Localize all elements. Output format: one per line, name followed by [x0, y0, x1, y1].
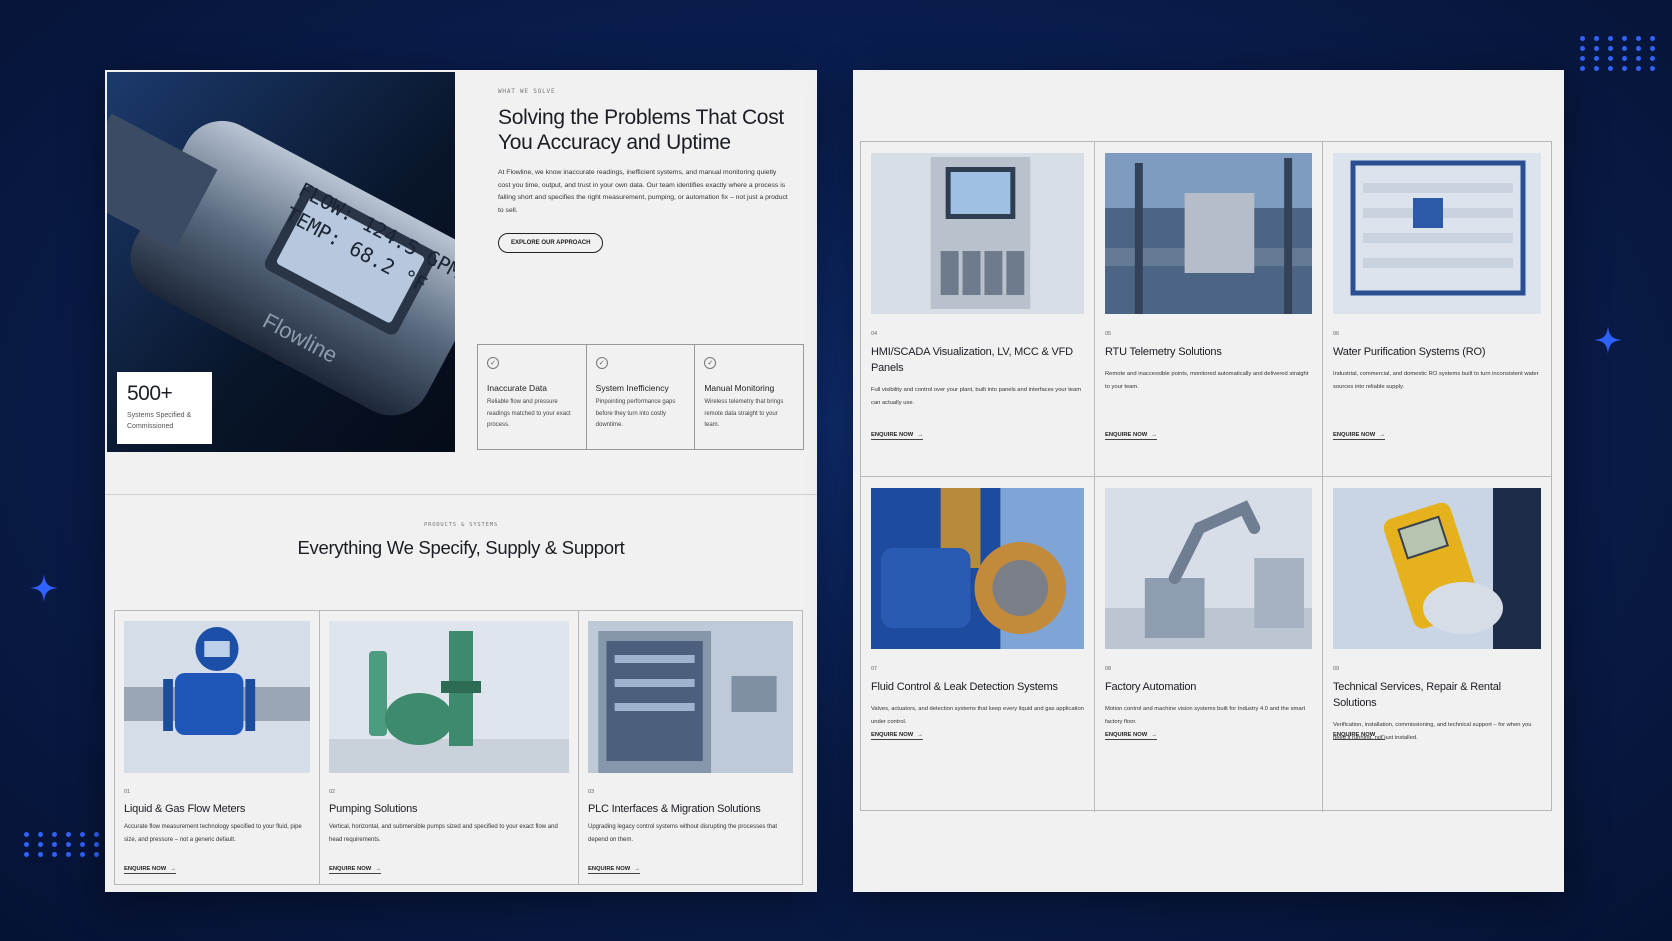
product-title: RTU Telemetry Solutions [1105, 346, 1222, 358]
stat-label: Systems Specified & Commissioned [127, 412, 192, 430]
product-title: PLC Interfaces & Migration Solutions [588, 803, 761, 815]
product-card[interactable]: 01 Liquid & Gas Flow Meters Accurate flo… [115, 611, 320, 884]
product-card[interactable]: 03 PLC Interfaces & Migration Solutions … [579, 611, 802, 884]
products-eyebrow: PRODUCTS & SYSTEMS [423, 522, 498, 528]
product-desc: Vertical, horizontal, and submersible pu… [329, 824, 558, 843]
section-divider [105, 494, 817, 495]
feature-title: Inaccurate Data [487, 383, 548, 393]
product-desc: Industrial, commercial, and domestic RO … [1333, 371, 1539, 390]
feature-desc: Reliable flow and pressure readings matc… [487, 399, 571, 428]
arrow-right-icon: → [1151, 732, 1157, 738]
arrow-right-icon: → [917, 432, 923, 438]
problem-features: ✓ Inaccurate Data Reliable flow and pres… [477, 344, 804, 450]
enquire-now-link[interactable]: ENQUIRE NOW → [124, 866, 176, 874]
enquire-now-link[interactable]: ENQUIRE NOW → [588, 866, 640, 874]
product-number: 06 [1333, 331, 1340, 337]
plc-cabinet-image [588, 621, 793, 773]
product-desc: Valves, actuators, and detection systems… [871, 706, 1084, 725]
feature-card: ✓ System Inefficiency Pinpointing perfor… [587, 345, 696, 449]
enquire-now-link[interactable]: ENQUIRE NOW → [1333, 732, 1385, 740]
product-number: 05 [1105, 331, 1112, 337]
enquire-now-link[interactable]: ENQUIRE NOW → [1333, 432, 1385, 440]
product-card[interactable]: 02 Pumping Solutions Vertical, horizonta… [320, 611, 579, 884]
product-title: Water Purification Systems (RO) [1333, 346, 1486, 358]
feature-title: System Inefficiency [595, 383, 669, 393]
enquire-now-link[interactable]: ENQUIRE NOW → [871, 732, 923, 740]
decor-dots-top-right [1580, 36, 1659, 71]
feature-title: Manual Monitoring [704, 383, 775, 393]
stat-value: 500+ [127, 382, 173, 405]
product-desc: Accurate flow measurement technology spe… [124, 824, 302, 843]
rtu-telemetry-image [1105, 153, 1312, 314]
products-title: Everything We Specify, Supply & Support [297, 537, 625, 558]
robot-arm-image [1105, 488, 1312, 649]
products-header: PRODUCTS & SYSTEMS Everything We Specify… [105, 522, 817, 560]
enquire-now-link[interactable]: ENQUIRE NOW → [1105, 732, 1157, 740]
arrow-right-icon: → [1151, 432, 1157, 438]
sparkle-icon [30, 574, 58, 602]
product-desc: Motion control and machine vision system… [1105, 706, 1306, 725]
feature-desc: Pinpointing performance gaps before they… [595, 399, 676, 428]
solve-eyebrow: WHAT WE SOLVE [498, 88, 556, 95]
product-title: Liquid & Gas Flow Meters [124, 803, 246, 815]
hmi-panel-image [871, 153, 1084, 314]
product-number: 07 [871, 666, 878, 672]
arrow-right-icon: → [1379, 432, 1385, 438]
ro-system-image [1333, 153, 1541, 314]
product-desc: Remote and inaccessible points, monitore… [1105, 371, 1309, 390]
pump-image [329, 621, 569, 773]
feature-card: ✓ Manual Monitoring Wireless telemetry t… [695, 345, 803, 449]
product-card[interactable]: 07 Fluid Control & Leak Detection System… [861, 477, 1095, 812]
product-number: 01 [124, 789, 131, 795]
product-card[interactable]: 05 RTU Telemetry Solutions Remote and in… [1095, 142, 1323, 477]
sparkle-icon [1594, 326, 1622, 354]
right-page-panel: 04 HMI/SCADA Visualization, LV, MCC & VF… [853, 70, 1564, 892]
arrow-right-icon: → [170, 866, 176, 872]
product-desc: Full visibility and control over your pl… [871, 387, 1082, 406]
arrow-right-icon: → [1379, 732, 1385, 738]
enquire-now-link[interactable]: ENQUIRE NOW → [1105, 432, 1157, 440]
product-title: Factory Automation [1105, 681, 1197, 693]
flow-meter-image [124, 621, 310, 773]
valve-image [871, 488, 1084, 649]
enquire-now-link[interactable]: ENQUIRE NOW → [329, 866, 381, 874]
product-title: HMI/SCADA Visualization, LV, MCC & VFD P… [871, 346, 1073, 374]
product-title: Pumping Solutions [329, 803, 418, 815]
check-circle-icon: ✓ [595, 357, 608, 369]
product-card[interactable]: 06 Water Purification Systems (RO) Indus… [1323, 142, 1551, 477]
stat-card: 500+ Systems Specified & Commissioned [117, 372, 212, 444]
decor-dots-bottom-left [24, 832, 103, 857]
feature-desc: Wireless telemetry that brings remote da… [704, 399, 784, 428]
product-card[interactable]: 09 Technical Services, Repair & Rental S… [1323, 477, 1551, 812]
product-title: Fluid Control & Leak Detection Systems [871, 681, 1058, 693]
products-grid-top: 01 Liquid & Gas Flow Meters Accurate flo… [114, 610, 803, 885]
solve-title: Solving the Problems That Cost You Accur… [498, 106, 784, 154]
product-number: 08 [1105, 666, 1112, 672]
product-number: 04 [871, 331, 878, 337]
check-circle-icon: ✓ [704, 357, 717, 369]
product-card[interactable]: 04 HMI/SCADA Visualization, LV, MCC & VF… [861, 142, 1095, 477]
product-number: 09 [1333, 666, 1340, 672]
arrow-right-icon: → [917, 732, 923, 738]
hero-flowmeter-image: FLOW: 124.5 GPM TEMP: 68.2 °F Flowline 5… [107, 72, 455, 452]
feature-card: ✓ Inaccurate Data Reliable flow and pres… [478, 345, 587, 449]
products-grid: 04 HMI/SCADA Visualization, LV, MCC & VF… [860, 141, 1552, 812]
product-title: Technical Services, Repair & Rental Solu… [1333, 681, 1501, 709]
product-number: 02 [329, 789, 336, 795]
solve-body: At Flowline, we know inaccurate readings… [498, 169, 788, 214]
product-number: 03 [588, 789, 595, 795]
handheld-meter-image [1333, 488, 1541, 649]
solve-section: WHAT WE SOLVE Solving the Problems That … [498, 88, 788, 253]
check-circle-icon: ✓ [487, 357, 499, 369]
arrow-right-icon: → [375, 866, 381, 872]
explore-approach-button[interactable]: EXPLORE OUR APPROACH [498, 233, 604, 253]
product-card[interactable]: 08 Factory Automation Motion control and… [1095, 477, 1323, 812]
product-desc: Upgrading legacy control systems without… [588, 824, 778, 843]
arrow-right-icon: → [634, 866, 640, 872]
enquire-now-link[interactable]: ENQUIRE NOW → [871, 432, 923, 440]
left-page-panel: FLOW: 124.5 GPM TEMP: 68.2 °F Flowline 5… [105, 70, 817, 892]
